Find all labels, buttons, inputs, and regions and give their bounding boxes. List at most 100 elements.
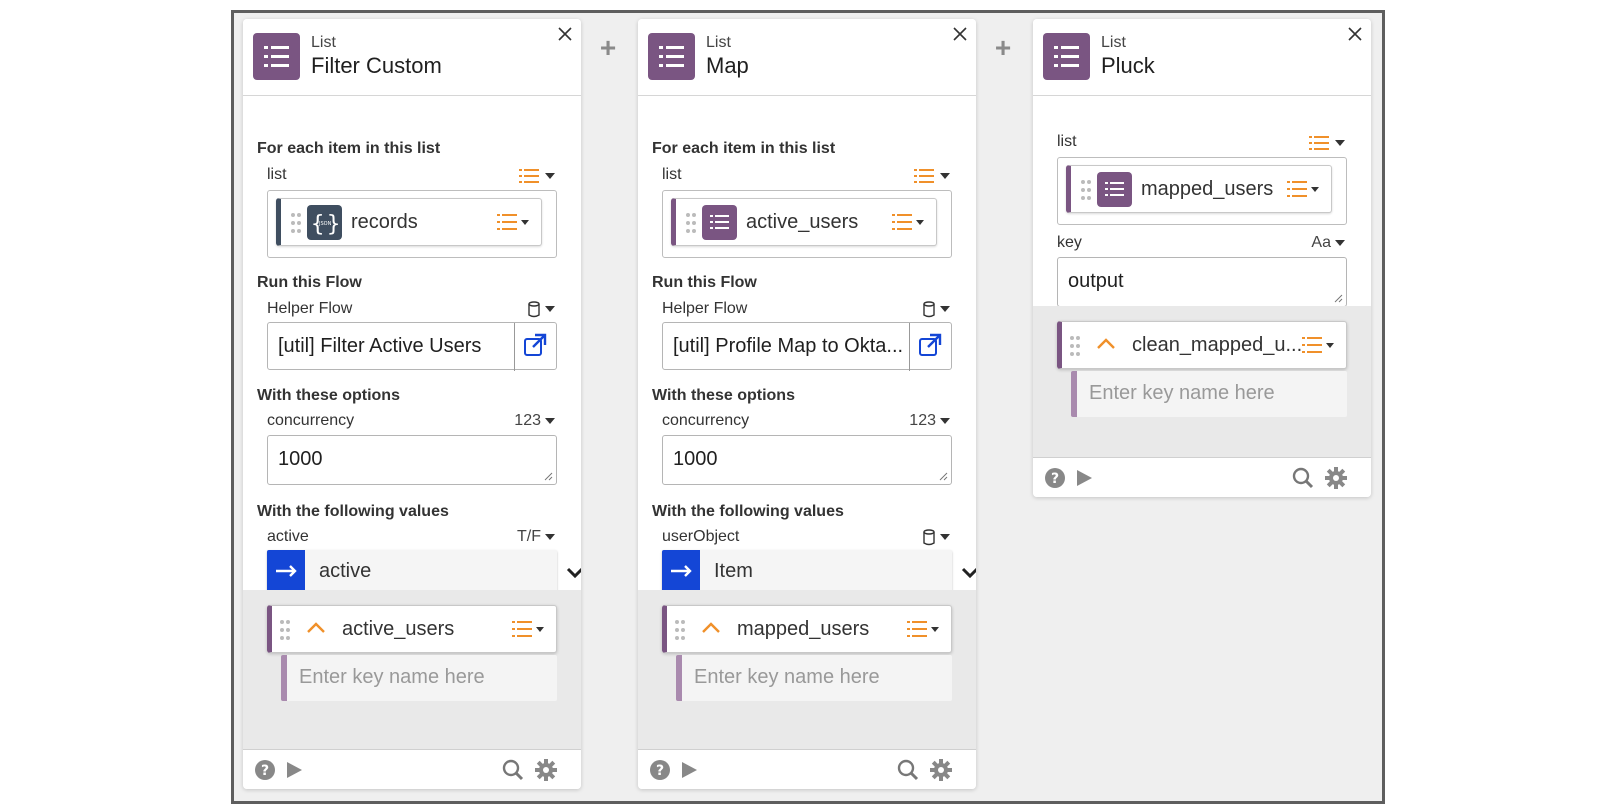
help-icon[interactable]: ? <box>649 759 671 781</box>
helper-flow-value: [util] Profile Map to Okta... <box>673 335 904 357</box>
object-type-menu[interactable] <box>922 528 950 546</box>
card-footer: ? <box>638 749 976 789</box>
list-menu-icon[interactable] <box>1302 336 1338 354</box>
text-type-menu[interactable]: Aa <box>1311 234 1345 252</box>
resize-handle-icon[interactable] <box>543 471 553 481</box>
key-label: key <box>1057 234 1082 251</box>
helper-flow-field[interactable]: [util] Filter Active Users <box>267 322 557 371</box>
helper-flow-label: Helper Flow <box>662 300 748 317</box>
number-type-menu[interactable]: 123 <box>514 412 555 430</box>
list-type-menu[interactable] <box>914 168 950 184</box>
svg-text:?: ? <box>656 763 664 779</box>
chevron-up-icon[interactable] <box>306 620 326 634</box>
key-field[interactable]: output <box>1057 257 1347 307</box>
output-pill[interactable]: clean_mapped_u... <box>1057 321 1347 369</box>
card-header: List Pluck <box>1033 19 1371 96</box>
mapped-users-pill[interactable]: mapped_users <box>1066 165 1332 213</box>
card-map: List Map For each item in this list list… <box>638 19 976 789</box>
output-pill[interactable]: active_users <box>267 605 557 653</box>
card-header: List Map <box>638 19 976 96</box>
flow-type-menu[interactable] <box>922 300 950 318</box>
param-mapping[interactable]: active <box>267 550 581 592</box>
help-icon[interactable]: ? <box>1044 467 1066 489</box>
section-heading: With the following values <box>257 503 449 520</box>
list-type-menu[interactable] <box>1309 135 1345 151</box>
drag-handle-icon[interactable] <box>280 619 290 641</box>
arrow-right-icon <box>662 550 700 592</box>
list-menu-icon[interactable] <box>497 213 533 231</box>
add-card-plus-icon[interactable]: + <box>991 34 1015 62</box>
param-value: active <box>319 560 372 582</box>
chevron-up-icon[interactable] <box>1096 336 1116 350</box>
cylinder-icon <box>528 301 540 318</box>
boolean-type-menu[interactable]: T/F <box>517 528 555 546</box>
play-icon[interactable] <box>678 759 700 781</box>
number-type-menu[interactable]: 123 <box>909 412 950 430</box>
resize-handle-icon[interactable] <box>938 471 948 481</box>
drag-handle-icon[interactable] <box>291 212 301 234</box>
chevron-down-icon[interactable] <box>565 562 581 582</box>
play-icon[interactable] <box>283 759 305 781</box>
key-value: output <box>1068 270 1124 292</box>
close-icon[interactable] <box>950 24 970 44</box>
close-icon[interactable] <box>1345 24 1365 44</box>
close-icon[interactable] <box>555 24 575 44</box>
external-link-icon <box>919 333 942 356</box>
section-heading: For each item in this list <box>257 140 441 157</box>
svg-text:?: ? <box>1051 471 1059 487</box>
pill-label: mapped_users <box>1141 178 1274 200</box>
chevron-up-icon[interactable] <box>701 620 721 634</box>
add-card-plus-icon[interactable]: + <box>596 34 620 62</box>
number-type-label: 123 <box>514 412 541 429</box>
output-pill[interactable]: mapped_users <box>662 605 952 653</box>
gear-icon[interactable] <box>535 759 557 781</box>
cylinder-icon <box>923 301 935 318</box>
helper-flow-label: Helper Flow <box>267 300 353 317</box>
records-pill[interactable]: {} JSON records <box>276 198 542 246</box>
helper-flow-field[interactable]: [util] Profile Map to Okta... <box>662 322 952 371</box>
list-menu-icon[interactable] <box>907 620 943 638</box>
section-heading: With these options <box>652 387 795 404</box>
open-flow-button[interactable] <box>909 323 951 371</box>
drag-handle-icon[interactable] <box>1081 179 1091 201</box>
search-icon[interactable] <box>1292 467 1314 489</box>
section-heading: Run this Flow <box>652 274 757 291</box>
json-icon: {} JSON <box>307 205 342 240</box>
param-mapping[interactable]: Item <box>662 550 976 592</box>
card-footer: ? <box>1033 457 1371 497</box>
resize-handle-icon[interactable] <box>1333 293 1343 303</box>
list-type-icon <box>519 169 539 183</box>
search-icon[interactable] <box>502 759 524 781</box>
drag-handle-icon[interactable] <box>675 619 685 641</box>
key-name-input[interactable]: Enter key name here <box>1071 371 1347 417</box>
chevron-down-icon[interactable] <box>960 562 976 582</box>
search-icon[interactable] <box>897 759 919 781</box>
drag-handle-icon[interactable] <box>1070 335 1080 357</box>
list-menu-icon[interactable] <box>1287 180 1323 198</box>
output-name: active_users <box>342 618 455 640</box>
active-users-pill[interactable]: active_users <box>671 198 937 246</box>
key-name-input[interactable]: Enter key name here <box>676 655 952 701</box>
card-filter-custom: List Filter Custom For each item in this… <box>243 19 581 789</box>
open-flow-button[interactable] <box>514 323 556 371</box>
output-area: mapped_users Enter key name here <box>638 590 976 749</box>
list-input-slot[interactable]: mapped_users <box>1057 157 1347 225</box>
drag-handle-icon[interactable] <box>686 212 696 234</box>
concurrency-field[interactable]: 1000 <box>662 435 952 485</box>
output-name: clean_mapped_u... <box>1132 334 1303 356</box>
list-input-slot[interactable]: active_users <box>662 190 952 258</box>
card-type: List <box>706 34 731 51</box>
key-name-input[interactable]: Enter key name here <box>281 655 557 701</box>
list-input-slot[interactable]: {} JSON records <box>267 190 557 258</box>
gear-icon[interactable] <box>930 759 952 781</box>
list-menu-icon[interactable] <box>512 620 548 638</box>
gear-icon[interactable] <box>1325 467 1347 489</box>
list-type-menu[interactable] <box>519 168 555 184</box>
play-icon[interactable] <box>1073 467 1095 489</box>
concurrency-field[interactable]: 1000 <box>267 435 557 485</box>
help-icon[interactable]: ? <box>254 759 276 781</box>
param-label: active <box>267 528 309 545</box>
list-menu-icon[interactable] <box>892 213 928 231</box>
flow-type-menu[interactable] <box>527 300 555 318</box>
list-icon <box>1043 33 1090 80</box>
